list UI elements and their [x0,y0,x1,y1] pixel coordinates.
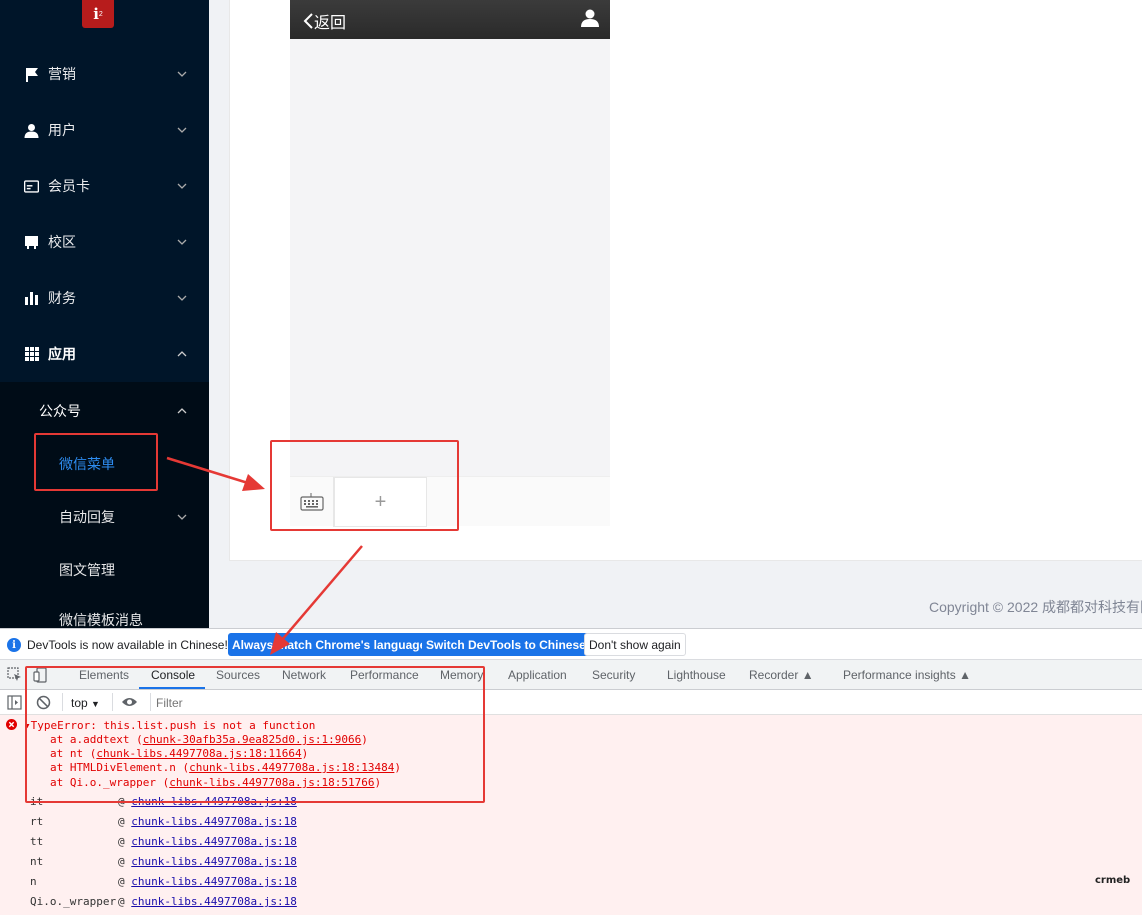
card-icon [24,179,39,194]
annotation-box-error [25,666,485,803]
screenshot-root: i2 营销 用户 会员卡 校区 财务 应用 公众号 微信菜单 自动回复 图文管理… [0,0,1142,915]
submenu-item-label: 图文管理 [59,562,115,578]
call-stack-link[interactable]: chunk-libs.4497708a.js:18 [131,895,297,908]
sidebar-item-marketing[interactable]: 营销 [0,46,209,102]
back-label: 返回 [314,15,347,32]
call-stack-row: tt @ chunk-libs.4497708a.js:18 [30,835,297,848]
tab-performance-insights-label: Performance insights [843,668,956,682]
sidebar-toggle-icon[interactable] [7,695,22,710]
tab-security[interactable]: Security [592,668,635,682]
submenu-item-label: 自动回复 [59,509,115,525]
sidebar-item-member-card[interactable]: 会员卡 [0,158,209,214]
submenu-group-label: 公众号 [39,403,81,419]
sidebar-item-users[interactable]: 用户 [0,102,209,158]
phone-preview-body [290,39,610,476]
sidebar-item-label: 财务 [48,290,76,306]
submenu-item-template-message[interactable]: 微信模板消息 [0,595,209,628]
call-stack-fn: n [30,875,37,888]
logo-sup: 2 [98,10,103,18]
info-icon: i [7,638,21,652]
annotation-box-phone-footer [270,440,459,531]
call-stack-link[interactable]: chunk-libs.4497708a.js:18 [131,815,297,828]
user-icon[interactable] [580,8,600,28]
user-icon [24,123,39,138]
switch-chinese-button[interactable]: Switch DevTools to Chinese [422,633,590,656]
chevron-down-icon [177,127,187,133]
sidebar-item-label: 营销 [48,66,76,82]
flask-icon: ▲ [959,668,971,682]
annotation-box-menu [34,433,158,491]
store-icon [24,235,39,250]
submenu-item-label: 微信模板消息 [59,612,143,628]
error-icon [6,719,17,730]
dont-show-again-button[interactable]: Don't show again [584,633,686,656]
submenu-item-auto-reply[interactable]: 自动回复 [0,492,209,542]
inspect-icon[interactable] [7,667,23,683]
watermark-logo: crmeb [1095,875,1131,886]
chevron-down-icon [177,71,187,77]
back-button[interactable]: 返回 [302,9,346,33]
call-stack-fn: rt [30,815,44,828]
sidebar-item-label: 会员卡 [48,178,90,194]
flag-icon [24,67,39,82]
submenu-group-official-account[interactable]: 公众号 [0,386,209,436]
chevron-down-icon [177,295,187,301]
grid-icon [24,347,39,362]
phone-preview-header: 返回 [290,0,610,39]
call-stack-link[interactable]: chunk-libs.4497708a.js:18 [131,855,297,868]
chevron-up-icon [177,408,187,414]
tab-recorder-label: Recorder [749,668,799,682]
chevron-up-icon [177,351,187,357]
call-stack-row: n @ chunk-libs.4497708a.js:18 [30,875,297,888]
sidebar-item-campus[interactable]: 校区 [0,214,209,270]
chevron-down-icon [177,514,187,520]
sidebar-item-label: 校区 [48,234,76,250]
copyright-text: Copyright © 2022 成都都对科技有限 [929,599,1142,615]
sidebar-item-finance[interactable]: 财务 [0,270,209,326]
call-stack-link[interactable]: chunk-libs.4497708a.js:18 [131,875,297,888]
call-stack-row: nt @ chunk-libs.4497708a.js:18 [30,855,297,868]
tab-lighthouse[interactable]: Lighthouse [667,668,726,682]
info-text: DevTools is now available in Chinese! [27,638,228,652]
chevron-left-icon [303,13,313,29]
call-stack-fn: nt [30,855,44,868]
bar-chart-icon [24,291,39,306]
flask-icon: ▲ [801,668,814,682]
devtools-info-bar: i DevTools is now available in Chinese! … [0,629,1142,660]
sidebar-item-label: 用户 [48,122,76,138]
call-stack-row: Qi.o._wrapper @ chunk-libs.4497708a.js:18 [30,895,297,908]
match-language-button[interactable]: Always match Chrome's language [228,633,431,656]
submenu-item-article-manage[interactable]: 图文管理 [0,545,209,595]
call-stack-row: rt @ chunk-libs.4497708a.js:18 [30,815,297,828]
tab-recorder[interactable]: Recorder ▲ [749,668,814,682]
call-stack-fn: tt [30,835,44,848]
tab-performance-insights[interactable]: Performance insights ▲ [843,668,971,682]
sidebar-item-apps[interactable]: 应用 [0,326,209,382]
call-stack-link[interactable]: chunk-libs.4497708a.js:18 [131,835,297,848]
chevron-down-icon [177,183,187,189]
tab-application[interactable]: Application [508,668,567,682]
sidebar: i2 营销 用户 会员卡 校区 财务 应用 公众号 微信菜单 自动回复 图文管理… [0,0,209,628]
sidebar-item-label: 应用 [48,346,76,362]
app-logo[interactable]: i2 [82,0,114,28]
chevron-down-icon [177,239,187,245]
call-stack-fn: Qi.o._wrapper [30,895,117,908]
